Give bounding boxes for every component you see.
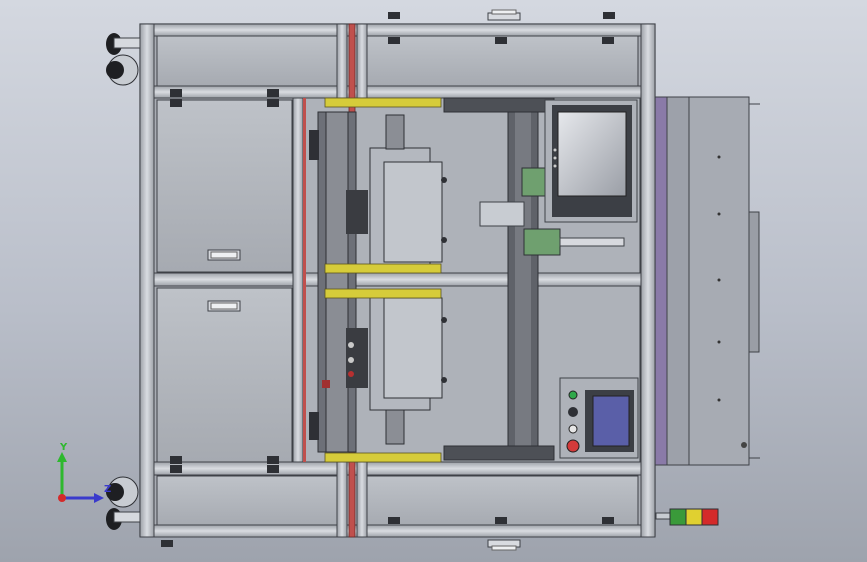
caster-wheel xyxy=(106,33,141,86)
start-button xyxy=(568,390,578,400)
emergency-stop-button xyxy=(566,439,580,453)
axis-label-y: Y xyxy=(60,442,68,453)
drawer-handle xyxy=(207,300,241,312)
selector-knob xyxy=(568,407,578,417)
drawer-handle xyxy=(207,249,241,261)
top-handle xyxy=(487,9,521,21)
hmi-screen xyxy=(592,395,630,447)
control-panel xyxy=(559,377,639,459)
pilot-lamp xyxy=(568,424,578,434)
coordinate-triad xyxy=(57,452,104,503)
machine-top-view-drawing xyxy=(57,9,760,551)
side-housing xyxy=(654,96,760,466)
signal-tower-light xyxy=(655,508,719,526)
bottom-handle xyxy=(487,539,521,551)
axis-label-z: Z xyxy=(104,484,112,495)
display-monitor xyxy=(544,99,638,223)
